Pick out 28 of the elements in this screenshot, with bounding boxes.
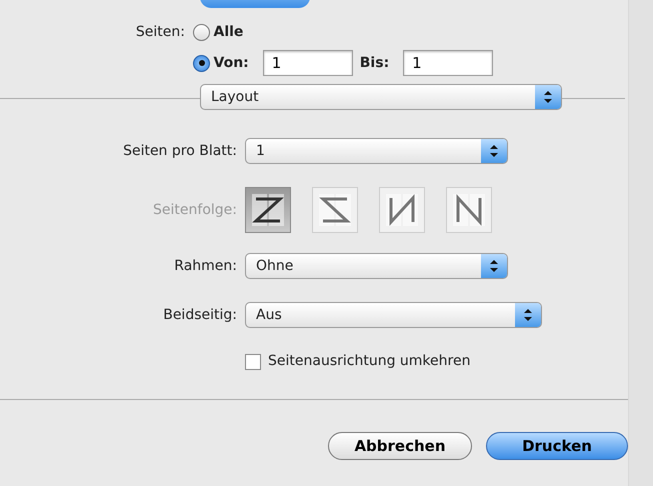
stepper-arrows-icon bbox=[481, 254, 507, 278]
field-label: Seitenfolge: bbox=[152, 200, 238, 220]
pages-label: Seiten: bbox=[134, 23, 186, 42]
cancel-button[interactable]: Abbrechen bbox=[328, 432, 472, 460]
field-label: Beidseitig: bbox=[162, 306, 238, 324]
checkbox[interactable] bbox=[245, 354, 261, 370]
page-order-button[interactable] bbox=[312, 187, 358, 233]
page-order-button[interactable] bbox=[379, 187, 425, 233]
stepper-arrows-icon bbox=[481, 139, 507, 163]
popup-menu[interactable]: Ohne bbox=[245, 253, 508, 279]
print-button[interactable]: Drucken bbox=[486, 432, 628, 460]
from-field[interactable]: 1 bbox=[262, 50, 353, 76]
popup-menu[interactable]: Aus bbox=[245, 302, 542, 328]
page-order-button[interactable] bbox=[446, 187, 492, 233]
field-label: Rahmen: bbox=[173, 256, 238, 276]
checkbox-label[interactable]: Seitenausrichtung umkehren bbox=[268, 351, 470, 372]
popup-menu[interactable]: 1 bbox=[245, 138, 508, 164]
to-label: Bis: bbox=[360, 54, 390, 72]
stepper-arrows-icon bbox=[515, 303, 541, 327]
stepper-arrows-icon bbox=[535, 85, 561, 109]
section-popup[interactable]: Layout bbox=[200, 84, 562, 110]
page-order-button[interactable] bbox=[245, 187, 291, 233]
to-field[interactable]: 1 bbox=[403, 50, 494, 76]
radio-button[interactable] bbox=[193, 24, 210, 41]
radio-label[interactable]: Von: bbox=[214, 52, 249, 74]
radio-button[interactable] bbox=[193, 54, 210, 72]
field-label: Seiten pro Blatt: bbox=[122, 142, 238, 160]
radio-label[interactable]: Alle bbox=[214, 22, 244, 43]
